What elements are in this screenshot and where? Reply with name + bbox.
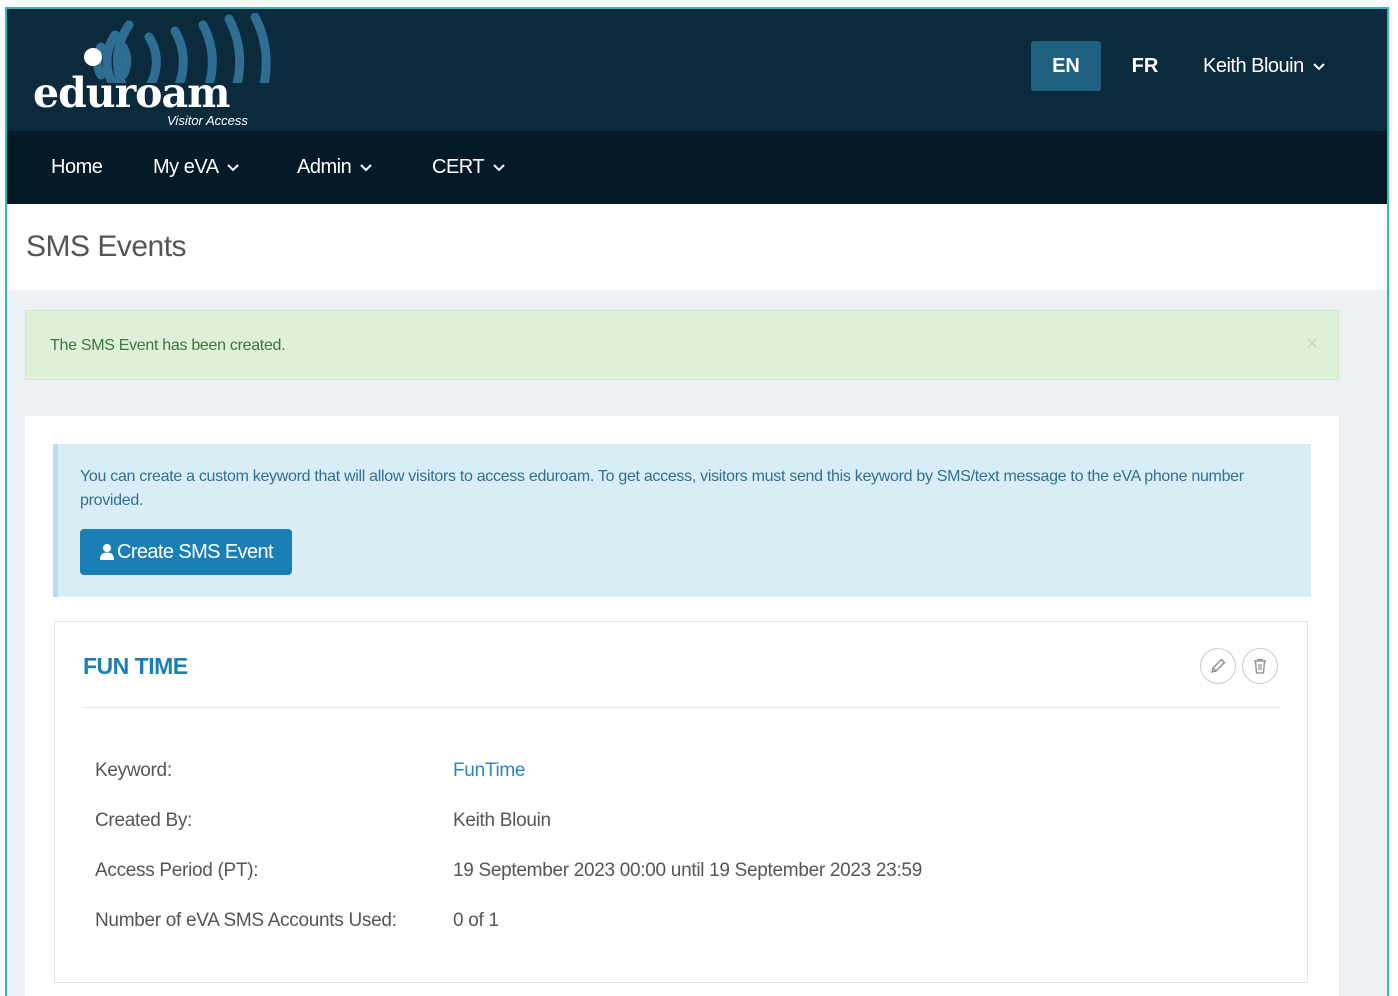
info-box: You can create a custom keyword that wil… [53, 444, 1311, 597]
top-header: eduroam Visitor Access EN FR Keith Bloui… [7, 9, 1387, 131]
nav-cert[interactable]: CERT [432, 131, 505, 204]
field-label-created-by: Created By: [95, 810, 193, 831]
chevron-down-icon [360, 164, 372, 172]
page-title-bar: SMS Events [7, 204, 1387, 290]
field-value-access-period: 19 September 2023 00:00 until 19 Septemb… [453, 860, 922, 881]
chevron-down-icon [493, 164, 505, 172]
event-title: FUN TIME [83, 653, 188, 679]
pencil-icon [1211, 658, 1226, 673]
main-nav: Home My eVA Admin CERT [7, 131, 1387, 204]
nav-home-label: Home [51, 156, 103, 178]
app-frame: eduroam Visitor Access EN FR Keith Bloui… [5, 7, 1389, 996]
nav-admin[interactable]: Admin [297, 131, 372, 204]
nav-admin-label: Admin [297, 156, 352, 178]
logo-subtitle: Visitor Access [167, 113, 248, 128]
chevron-down-icon [226, 164, 239, 172]
nav-my-eva[interactable]: My eVA [153, 131, 239, 204]
success-alert: The SMS Event has been created. × [25, 310, 1339, 380]
field-value-accounts-used: 0 of 1 [453, 910, 499, 931]
field-value-keyword[interactable]: FunTime [453, 760, 525, 782]
language-fr-button[interactable]: FR [1117, 41, 1173, 91]
eduroam-logo[interactable]: eduroam Visitor Access [23, 13, 283, 129]
language-en-button[interactable]: EN [1031, 41, 1101, 91]
alert-message: The SMS Event has been created. [50, 337, 286, 354]
nav-my-eva-label: My eVA [153, 156, 218, 178]
user-icon [99, 544, 114, 560]
card-divider [83, 707, 1279, 708]
info-text: You can create a custom keyword that wil… [80, 468, 1244, 509]
field-label-accounts-used: Number of eVA SMS Accounts Used: [95, 910, 397, 931]
field-label-keyword: Keyword: [95, 760, 172, 781]
logo-wordmark: eduroam [33, 69, 230, 117]
field-label-access-period: Access Period (PT): [95, 860, 259, 881]
create-sms-event-button[interactable]: Create SMS Event [80, 529, 292, 575]
page-title: SMS Events [26, 230, 187, 263]
edit-event-button[interactable] [1200, 648, 1236, 684]
chevron-down-icon [1313, 63, 1325, 71]
field-value-created-by: Keith Blouin [453, 810, 551, 831]
delete-event-button[interactable] [1242, 648, 1278, 684]
nav-home[interactable]: Home [51, 131, 103, 204]
sms-events-panel: You can create a custom keyword that wil… [25, 416, 1339, 996]
alert-close-button[interactable]: × [1306, 333, 1318, 356]
user-menu[interactable]: Keith Blouin [1203, 41, 1325, 91]
create-sms-event-label: Create SMS Event [116, 541, 274, 563]
nav-cert-label: CERT [432, 156, 484, 178]
trash-icon [1254, 658, 1266, 674]
user-name: Keith Blouin [1203, 55, 1304, 77]
sms-event-card: FUN TIME Keyword: FunTime Created By: Ke… [54, 621, 1308, 983]
